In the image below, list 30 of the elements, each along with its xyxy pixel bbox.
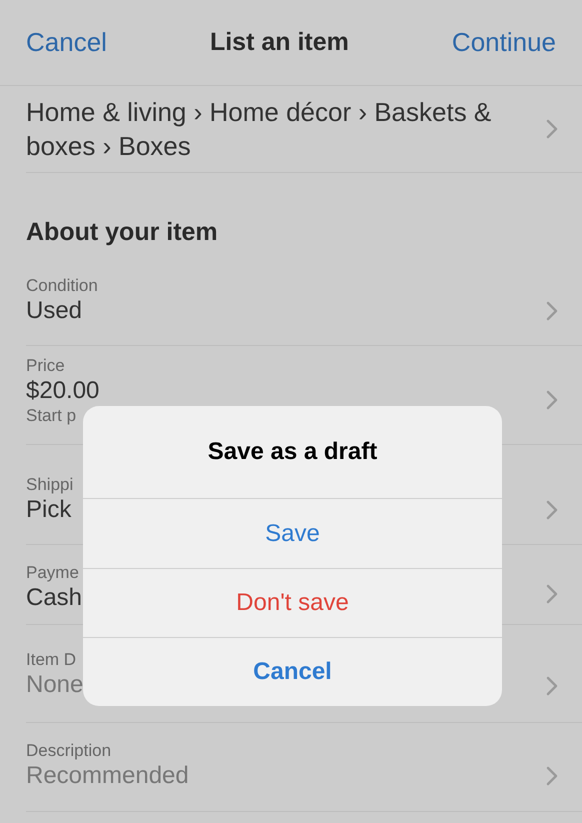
cancel-button[interactable]: Cancel [26, 23, 107, 62]
field-label: Item D [26, 650, 76, 670]
field-value: Recommended [26, 761, 189, 791]
field-label: Description [26, 741, 112, 761]
screen-title: List an item [210, 26, 349, 58]
field-value: None [26, 670, 84, 700]
list-row[interactable]: Condition Used [26, 265, 582, 346]
chevron-right-icon [546, 500, 558, 520]
field-label: Payme [26, 563, 79, 583]
field-value: $20.00 [26, 376, 100, 406]
field-value: Pick [26, 495, 72, 525]
field-value: Used [26, 296, 82, 326]
chevron-right-icon [546, 300, 558, 320]
continue-button[interactable]: Continue [452, 23, 556, 62]
section-heading: About your item [26, 216, 218, 248]
chevron-right-icon [546, 584, 558, 604]
dialog-button[interactable]: Don't save [83, 568, 502, 637]
category-row[interactable]: Home & living › Home décor › Baskets & boxes › Boxes [26, 86, 582, 173]
field-note: Start p [26, 406, 76, 426]
chevron-right-icon [546, 390, 558, 410]
field-label: Condition [26, 276, 98, 296]
dialog-button[interactable]: Save [83, 499, 502, 568]
field-label: Price [26, 356, 65, 376]
chevron-right-icon [546, 766, 558, 786]
chevron-right-icon [546, 676, 558, 696]
chevron-right-icon [546, 119, 558, 139]
dialog-button[interactable]: Cancel [83, 637, 502, 706]
list-row[interactable]: Description Recommended [26, 723, 582, 812]
field-value: Cash [26, 583, 82, 613]
field-label: Shippi [26, 475, 74, 495]
